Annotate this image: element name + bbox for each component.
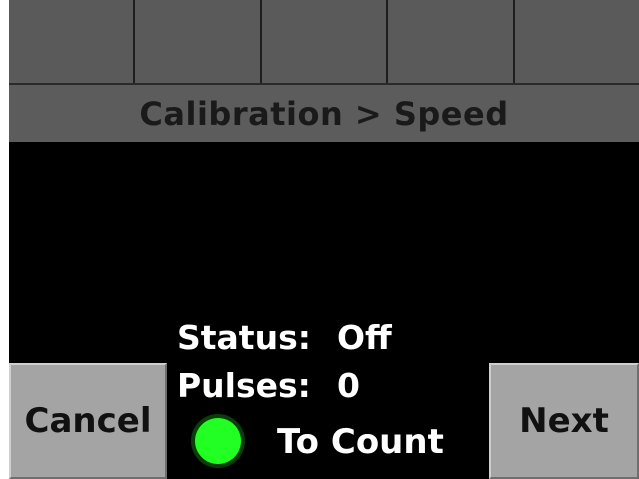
softkey-4[interactable] [388,0,515,83]
top-softkey-bar [9,0,639,83]
pulses-label: Pulses: [177,366,311,405]
softkey-1[interactable] [9,0,136,83]
status-value: Off [337,318,392,357]
title-bar: Calibration > Speed [9,83,639,142]
led-light [195,418,241,464]
pulses-row: Pulses: 0 [177,366,360,405]
to-count-label: To Count [277,422,444,462]
softkey-2[interactable] [135,0,262,83]
softkey-3[interactable] [261,0,389,83]
status-indicator-led [191,414,245,468]
status-label: Status: [177,318,311,357]
softkey-5[interactable] [514,0,639,83]
calibration-screen: Calibration > Speed Status: Off Pulses: 0 … [9,0,639,479]
next-button[interactable]: Next [489,363,639,479]
pulses-value: 0 [337,366,360,405]
cancel-button[interactable]: Cancel [9,363,167,479]
page-title: Calibration > Speed [139,94,509,133]
status-row: Status: Off [177,318,392,357]
